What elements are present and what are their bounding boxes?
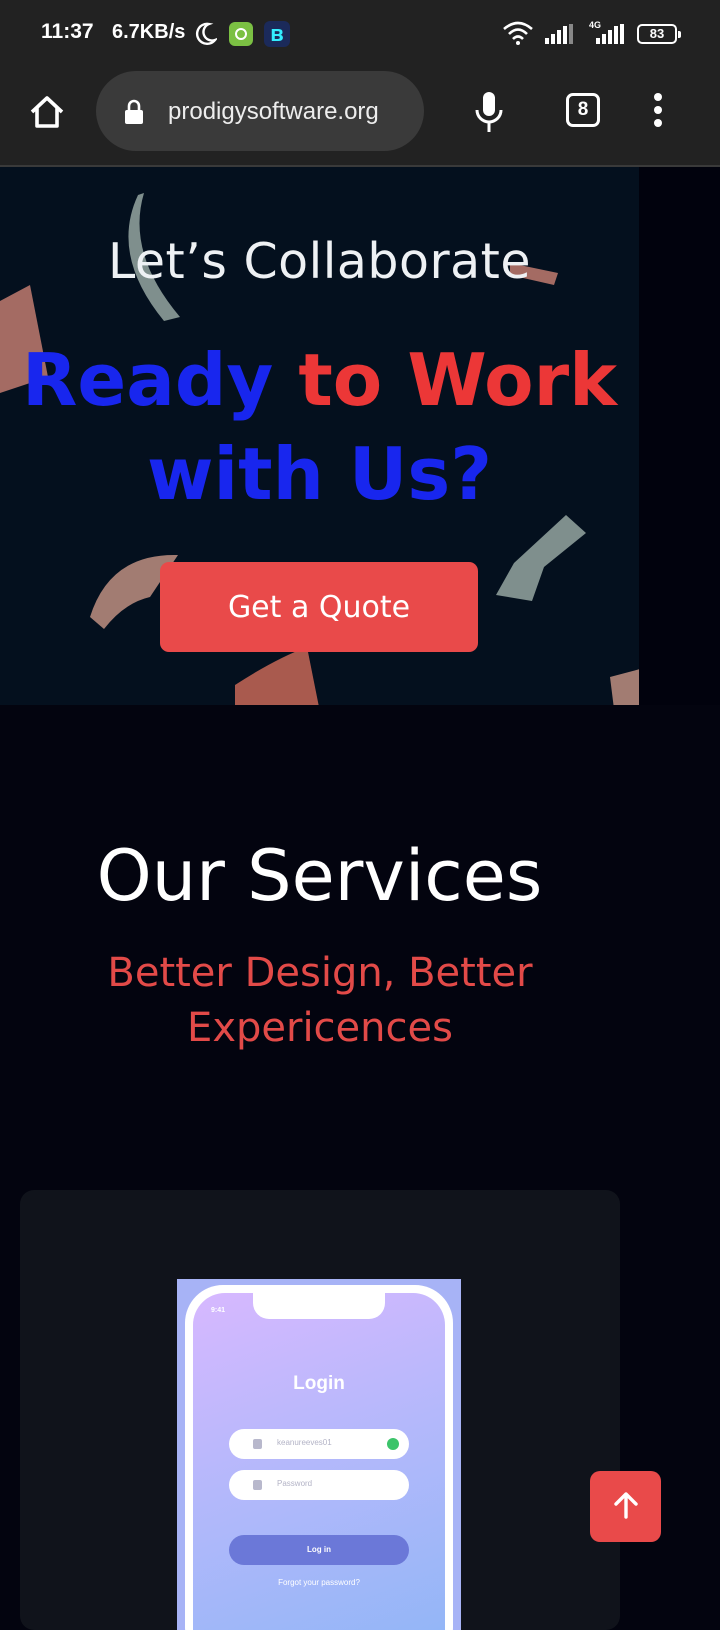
service-card[interactable]: 9:41 Login keanureeves01 Password Log in… xyxy=(20,1190,620,1630)
scroll-to-top-button[interactable] xyxy=(590,1471,661,1542)
mockup-password-placeholder: Password xyxy=(277,1479,313,1488)
check-icon xyxy=(387,1438,399,1450)
wifi-icon xyxy=(503,21,533,45)
app-b-icon: ʙ xyxy=(264,21,290,47)
cta-hero-section: Let’s Collaborate Ready to Work with Us?… xyxy=(0,167,639,705)
microphone-icon[interactable] xyxy=(474,90,504,134)
mockup-login-button: Log in xyxy=(229,1535,409,1565)
mockup-forgot-link: Forgot your password? xyxy=(278,1578,360,1587)
signal-icon xyxy=(545,24,573,44)
hero-title-part3: with Us? xyxy=(146,432,493,516)
app-notification-icon xyxy=(229,22,253,46)
network-speed: 6.7KB/s xyxy=(112,21,186,43)
page-edge-strip xyxy=(639,167,720,705)
decorative-shape xyxy=(610,669,639,705)
services-title: Our Services xyxy=(96,835,543,917)
tab-count: 8 xyxy=(577,99,589,120)
lock-icon xyxy=(253,1480,262,1490)
tabs-button[interactable]: 8 xyxy=(566,93,600,127)
url-text: prodigysoftware.org xyxy=(168,98,379,125)
hero-title: Ready to Work with Us? xyxy=(0,333,639,521)
signal-icon xyxy=(596,24,624,44)
mockup-password-field: Password xyxy=(229,1470,409,1500)
hero-subtitle: Let’s Collaborate xyxy=(107,233,532,290)
phone-screen: 9:41 Login keanureeves01 Password Log in… xyxy=(193,1293,445,1630)
status-time: 11:37 xyxy=(41,20,94,43)
address-bar[interactable]: prodigysoftware.org xyxy=(96,71,424,151)
hero-title-part2: to Work xyxy=(298,338,618,422)
hero-title-part1: Ready xyxy=(21,338,299,422)
mockup-username-field: keanureeves01 xyxy=(229,1429,409,1459)
status-bar: 11:37 6.7KB/s ʙ 4G 83 xyxy=(0,0,720,68)
mockup-username-value: keanureeves01 xyxy=(277,1438,332,1447)
services-subtitle: Better Design, Better Expericences xyxy=(107,950,533,1051)
more-vert-icon[interactable] xyxy=(654,93,664,132)
phone-time: 9:41 xyxy=(211,1307,226,1314)
user-icon xyxy=(253,1439,262,1449)
decorative-shape xyxy=(235,647,319,705)
moon-icon xyxy=(195,22,217,45)
lock-icon xyxy=(125,99,143,124)
app-mockup-image: 9:41 Login keanureeves01 Password Log in… xyxy=(177,1279,461,1630)
get-a-quote-button[interactable]: Get a Quote xyxy=(160,562,478,652)
browser-toolbar: prodigysoftware.org 8 xyxy=(0,68,720,167)
decorative-shape xyxy=(496,515,586,601)
phone-frame: 9:41 Login keanureeves01 Password Log in… xyxy=(185,1285,453,1630)
arrow-up-icon xyxy=(613,1492,638,1519)
mockup-login-title: Login xyxy=(293,1373,345,1394)
home-icon[interactable] xyxy=(27,92,67,132)
battery-level: 83 xyxy=(649,26,665,41)
phone-notch xyxy=(253,1293,385,1319)
battery-icon: 83 xyxy=(637,24,681,44)
